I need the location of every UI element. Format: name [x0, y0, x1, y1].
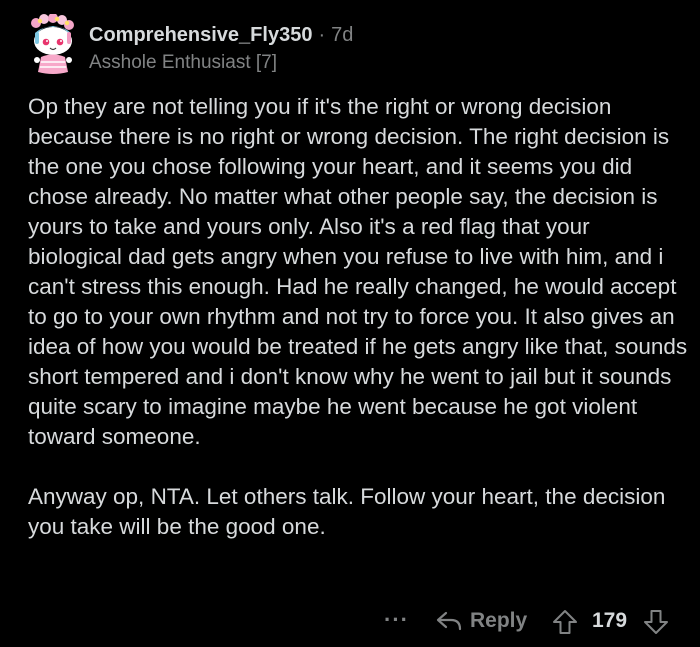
comment-header: Comprehensive_Fly350 · 7d [89, 24, 353, 47]
reply-arrow-icon [436, 610, 462, 632]
comment-actions: ··· Reply 179 [0, 606, 700, 638]
comment-paragraph: Op they are not telling you if it's the … [28, 94, 688, 449]
reply-label: Reply [470, 609, 528, 632]
vote-score: 179 [592, 609, 628, 632]
meta-separator: · [318, 24, 326, 46]
upvote-button[interactable] [551, 608, 579, 636]
downvote-button[interactable] [642, 608, 670, 636]
comment-body: Op they are not telling you if it's the … [28, 92, 688, 542]
reply-button[interactable]: Reply [436, 606, 527, 636]
more-options-button[interactable]: ··· [384, 606, 409, 634]
downvote-arrow-icon [644, 610, 668, 634]
author-link[interactable]: Comprehensive_Fly350 [89, 24, 312, 46]
avatar[interactable] [26, 14, 78, 76]
avatar-image [31, 14, 74, 74]
comment-age: 7d [331, 24, 354, 46]
upvote-arrow-icon [553, 610, 577, 634]
user-flair: Asshole Enthusiast [7] [89, 52, 277, 73]
comment: Comprehensive_Fly350 · 7d Asshole Enthusia… [0, 0, 700, 647]
comment-paragraph: Anyway op, NTA. Let others talk. Follow … [28, 484, 666, 539]
